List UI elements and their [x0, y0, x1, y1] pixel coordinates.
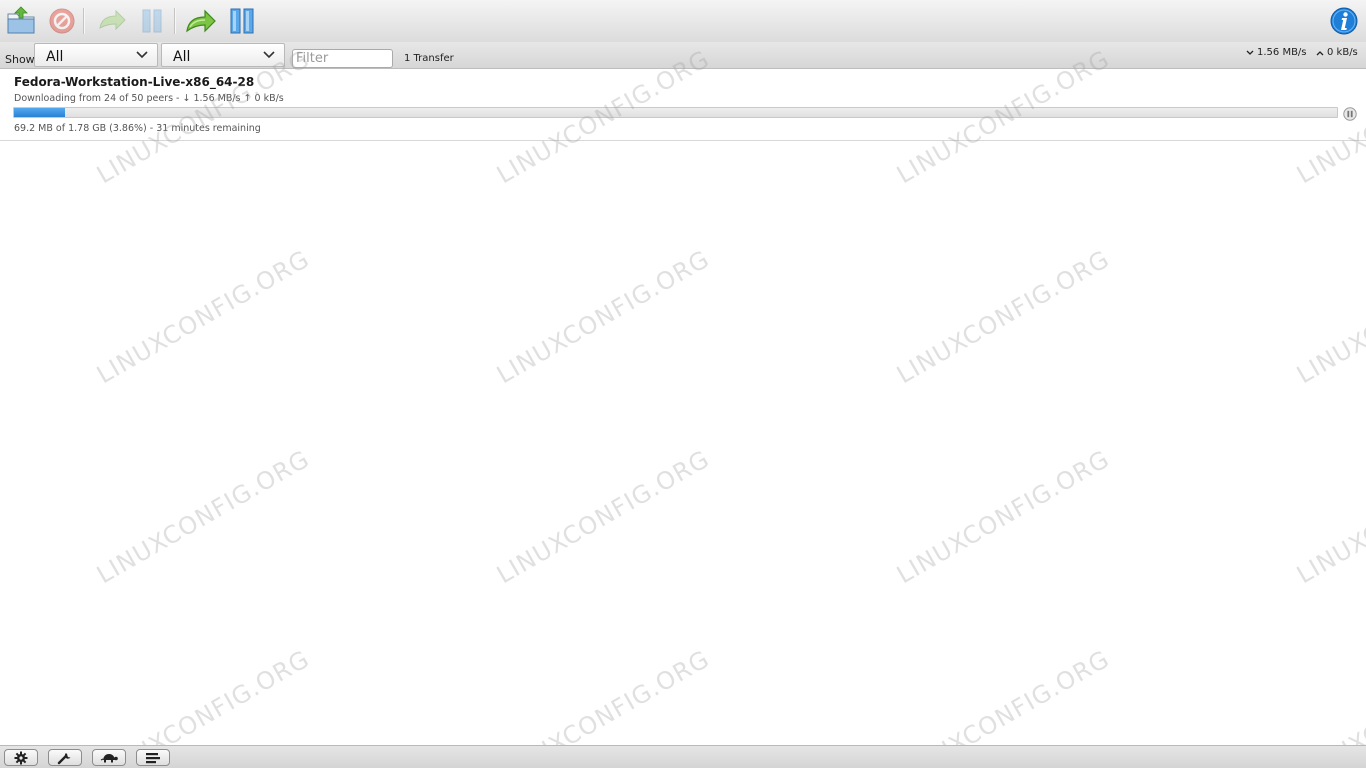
gear-icon — [14, 751, 28, 764]
pause-all-icon — [230, 8, 254, 34]
pause-circle-icon — [1343, 107, 1357, 121]
pause-all-button[interactable] — [225, 4, 259, 38]
upload-speed: 0 kB/s — [1316, 47, 1358, 58]
resume-torrent-button[interactable] — [95, 4, 129, 38]
upload-arrow-icon — [1316, 50, 1324, 55]
torrent-pause-button[interactable] — [1343, 106, 1357, 121]
download-speed: 1.56 MB/s — [1246, 47, 1307, 58]
torrent-progress-fill — [14, 108, 66, 117]
settings-menu-button[interactable] — [4, 749, 38, 766]
watermark-text: LINUXCONFIG.ORG — [1292, 444, 1366, 590]
download-arrow-icon — [1246, 50, 1254, 55]
remove-icon — [49, 8, 75, 34]
watermark-text: LINUXCONFIG.ORG — [1292, 244, 1366, 390]
filter-search-input[interactable] — [292, 49, 393, 68]
wrench-icon — [57, 752, 71, 764]
preferences-button[interactable] — [48, 749, 82, 766]
chevron-down-icon — [136, 51, 148, 59]
torrent-peers-status: Downloading from 24 of 50 peers - ↓ 1.56… — [14, 93, 284, 104]
show-label: Show — [5, 53, 35, 66]
watermark-text: LINUXCONFIG.ORG — [92, 444, 315, 590]
watermark-text: LINUXCONFIG.ORG — [492, 444, 715, 590]
compact-view-icon — [146, 752, 160, 763]
open-torrent-button[interactable] — [4, 4, 38, 38]
turtle-icon — [100, 753, 118, 762]
bottom-bar — [0, 745, 1366, 768]
info-icon — [1330, 7, 1358, 35]
remove-torrent-button[interactable] — [45, 4, 79, 38]
watermark-text: LINUXCONFIG.ORG — [892, 444, 1115, 590]
torrent-name: Fedora-Workstation-Live-x86_64-28 — [14, 75, 255, 89]
watermark-text: LINUXCONFIG.ORG — [892, 244, 1115, 390]
torrent-progress-text: 69.2 MB of 1.78 GB (3.86%) - 31 minutes … — [14, 123, 261, 134]
toolbar-separator — [174, 8, 176, 34]
pause-torrent-button[interactable] — [135, 4, 169, 38]
tracker-filter-select[interactable]: All — [161, 43, 285, 67]
main-toolbar — [0, 0, 1366, 43]
torrent-row[interactable]: Fedora-Workstation-Live-x86_64-28 Downlo… — [0, 69, 1366, 141]
filter-bar: Show All All 1 Transfer 1.56 MB/s 0 kB/s — [0, 42, 1366, 69]
state-filter-select[interactable]: All — [34, 43, 158, 67]
watermark-text: LINUXCONFIG.ORG — [92, 244, 315, 390]
state-filter-value: All — [46, 49, 64, 65]
tracker-filter-value: All — [173, 49, 191, 65]
toolbar-separator — [83, 8, 85, 34]
transfer-count: 1 Transfer — [404, 53, 454, 64]
torrent-progress-bar — [13, 107, 1338, 118]
resume-all-icon — [186, 9, 216, 33]
compact-view-button[interactable] — [136, 749, 170, 766]
watermark-text: LINUXCONFIG.ORG — [492, 244, 715, 390]
download-speed-value: 1.56 MB/s — [1257, 47, 1307, 58]
upload-speed-value: 0 kB/s — [1327, 47, 1358, 58]
chevron-down-icon — [263, 51, 275, 59]
inspector-button[interactable] — [1327, 4, 1361, 38]
pause-icon — [142, 9, 162, 33]
resume-icon — [99, 9, 126, 31]
open-folder-icon — [7, 6, 35, 34]
resume-all-button[interactable] — [184, 4, 218, 38]
alt-speed-button[interactable] — [92, 749, 126, 766]
